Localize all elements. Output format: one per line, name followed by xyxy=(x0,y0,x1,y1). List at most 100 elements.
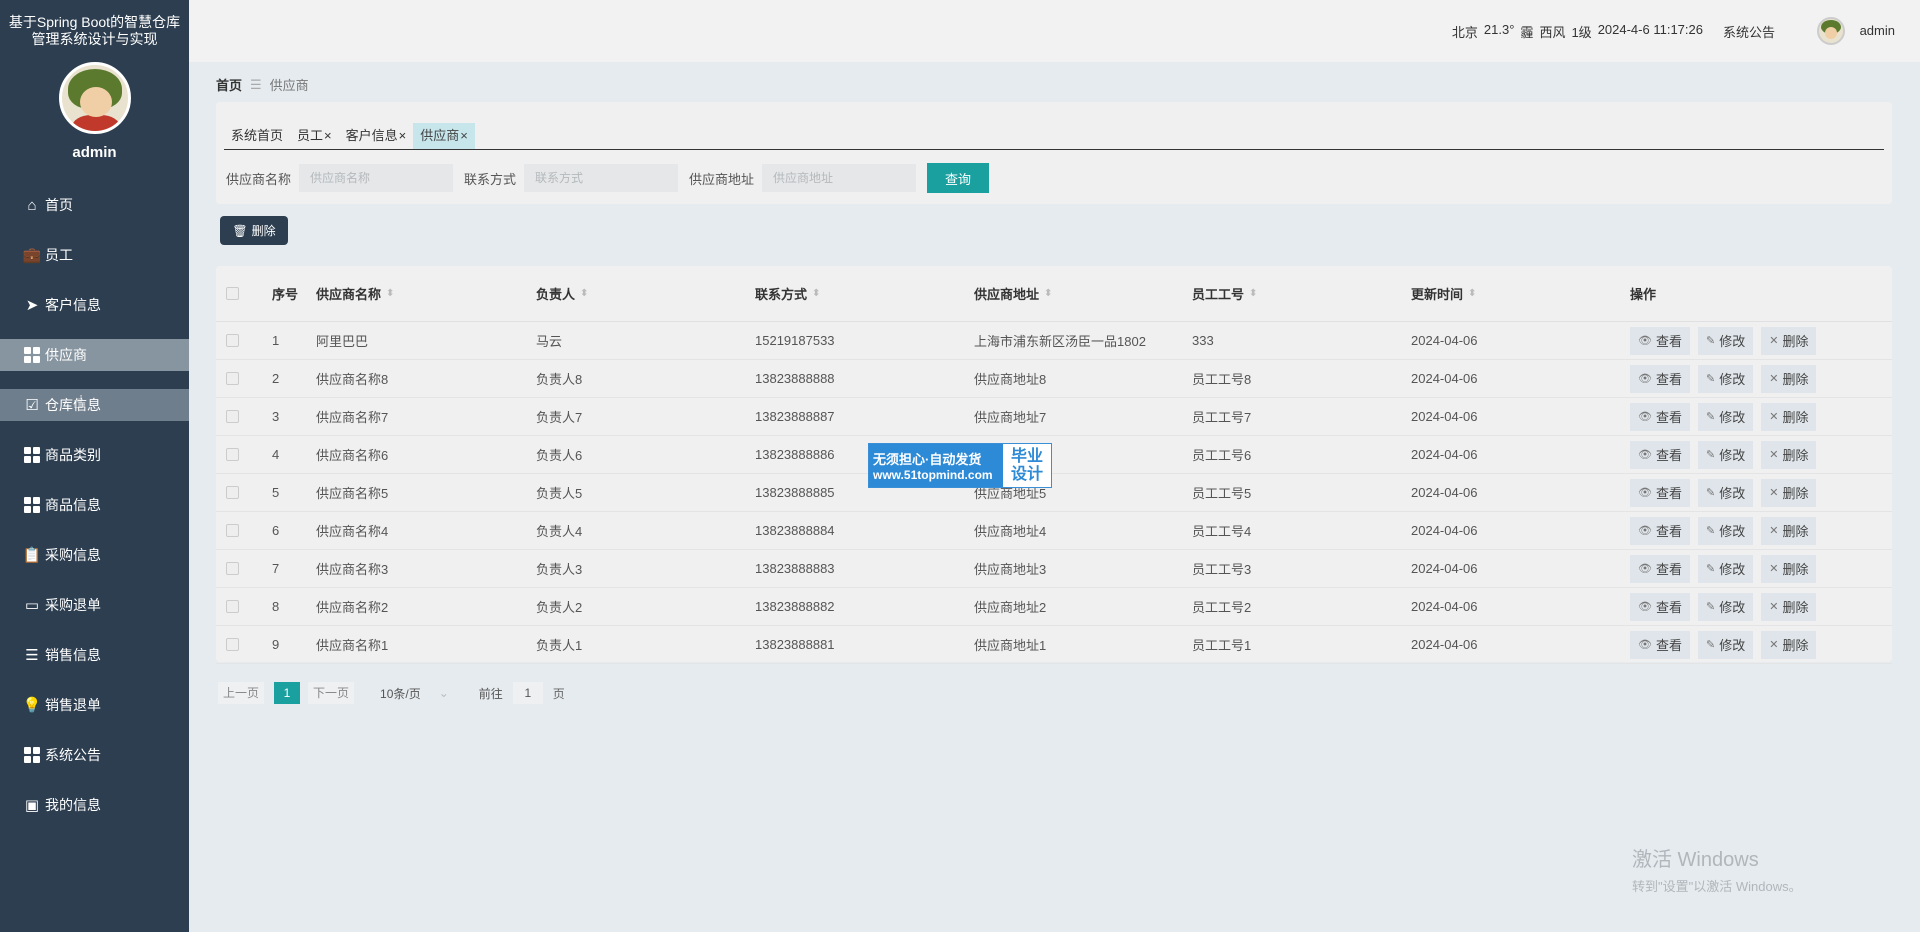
supplier-address-input[interactable] xyxy=(762,164,916,192)
view-button[interactable]: 👁查看 xyxy=(1630,593,1690,621)
edit-button[interactable]: ✎修改 xyxy=(1698,631,1753,659)
view-button[interactable]: 👁查看 xyxy=(1630,517,1690,545)
sort-icon[interactable]: ⬍ xyxy=(1249,288,1257,299)
notice-link[interactable]: 系统公告 xyxy=(1723,22,1775,41)
delete-button[interactable]: ✕删除 xyxy=(1761,555,1816,583)
next-page-button[interactable]: 下一页 xyxy=(308,682,354,704)
sidebar-item-label: 商品信息 xyxy=(45,495,101,515)
windows-activation: 激活 Windows 转到"设置"以激活 Windows。 xyxy=(1632,843,1802,895)
header-username[interactable]: admin xyxy=(1860,23,1895,38)
edit-button[interactable]: ✎修改 xyxy=(1698,441,1753,469)
user-avatar[interactable] xyxy=(1817,17,1845,45)
row-checkbox[interactable] xyxy=(226,334,239,347)
sidebar-item-13[interactable]: ▣我的信息 xyxy=(0,789,189,821)
delete-button[interactable]: ✕删除 xyxy=(1761,631,1816,659)
close-icon[interactable]: × xyxy=(399,128,407,143)
edit-button[interactable]: ✎修改 xyxy=(1698,365,1753,393)
avatar xyxy=(59,62,131,134)
view-button[interactable]: 👁查看 xyxy=(1630,327,1690,355)
sidebar-item-12[interactable]: 系统公告 xyxy=(0,739,189,771)
header-name[interactable]: 供应商名称⬍ xyxy=(316,284,536,303)
prev-page-button[interactable]: 上一页 xyxy=(218,682,264,704)
row-checkbox[interactable] xyxy=(226,372,239,385)
sidebar-item-11[interactable]: 💡销售退单 xyxy=(0,689,189,721)
batch-delete-button[interactable]: 🗑 删除 xyxy=(220,216,288,245)
query-button[interactable]: 查询 xyxy=(927,163,989,193)
sidebar-item-6[interactable]: 商品类别 xyxy=(0,439,189,471)
view-button[interactable]: 👁查看 xyxy=(1630,479,1690,507)
row-checkbox[interactable] xyxy=(226,562,239,575)
delete-button[interactable]: ✕删除 xyxy=(1761,403,1816,431)
sidebar-item-7[interactable]: 商品信息 xyxy=(0,489,189,521)
breadcrumb-home[interactable]: 首页 xyxy=(216,75,242,94)
edit-button[interactable]: ✎修改 xyxy=(1698,593,1753,621)
contact-label: 联系方式 xyxy=(464,169,516,188)
header-emp[interactable]: 员工工号⬍ xyxy=(1192,284,1411,303)
sidebar-item-10[interactable]: ☰销售信息 xyxy=(0,639,189,671)
delete-button[interactable]: ✕删除 xyxy=(1761,441,1816,469)
delete-button[interactable]: ✕删除 xyxy=(1761,327,1816,355)
delete-button[interactable]: ✕删除 xyxy=(1761,593,1816,621)
cell-time: 2024-04-06 xyxy=(1411,561,1630,576)
contact-input[interactable] xyxy=(524,164,678,192)
edit-button[interactable]: ✎修改 xyxy=(1698,555,1753,583)
edit-button[interactable]: ✎修改 xyxy=(1698,327,1753,355)
edit-button[interactable]: ✎修改 xyxy=(1698,479,1753,507)
sort-icon[interactable]: ⬍ xyxy=(386,288,394,299)
tab-1[interactable]: 系统首页 xyxy=(224,123,290,149)
eye-icon: 👁 xyxy=(1638,448,1652,461)
sidebar-item-5[interactable]: ☑仓库信息 xyxy=(0,389,189,421)
pagination: 上一页 1 下一页 10条/页 ⌄ 前往 1 页 xyxy=(218,682,565,704)
row-checkbox[interactable] xyxy=(226,524,239,537)
edit-button[interactable]: ✎修改 xyxy=(1698,403,1753,431)
sidebar-item-label: 供应商 xyxy=(45,345,87,365)
breadcrumb: 首页 ☰ 供应商 xyxy=(216,75,309,94)
chevron-down-icon[interactable]: ⌄ xyxy=(439,686,449,700)
sort-icon[interactable]: ⬍ xyxy=(1044,288,1052,299)
sidebar-item-1[interactable]: ⌂首页 xyxy=(0,189,189,221)
goto-page-input[interactable]: 1 xyxy=(513,682,543,704)
sort-icon[interactable]: ⬍ xyxy=(580,288,588,299)
tab-4[interactable]: 供应商× xyxy=(413,123,475,149)
sidebar-item-9[interactable]: ▭采购退单 xyxy=(0,589,189,621)
page-size-select[interactable]: 10条/页 xyxy=(380,685,421,702)
delete-button[interactable]: ✕删除 xyxy=(1761,365,1816,393)
sidebar-item-3[interactable]: ➤客户信息 xyxy=(0,289,189,321)
sidebar-item-8[interactable]: 📋采购信息 xyxy=(0,539,189,571)
tab-2[interactable]: 员工× xyxy=(290,123,339,149)
view-button[interactable]: 👁查看 xyxy=(1630,365,1690,393)
edit-button[interactable]: ✎修改 xyxy=(1698,517,1753,545)
row-checkbox[interactable] xyxy=(226,486,239,499)
delete-button[interactable]: ✕删除 xyxy=(1761,479,1816,507)
select-all-checkbox[interactable] xyxy=(226,287,239,300)
table-row: 5供应商名称5负责人513823888885供应商地址5员工工号52024-04… xyxy=(216,474,1892,512)
row-checkbox[interactable] xyxy=(226,410,239,423)
close-icon[interactable]: × xyxy=(460,128,468,143)
row-checkbox[interactable] xyxy=(226,448,239,461)
sort-icon[interactable]: ⬍ xyxy=(1468,288,1476,299)
cell-addr: 供应商地址2 xyxy=(974,597,1192,616)
close-icon: ✕ xyxy=(1769,524,1778,537)
sidebar-item-4[interactable]: 供应商 xyxy=(0,339,189,371)
cell-time: 2024-04-06 xyxy=(1411,523,1630,538)
view-button[interactable]: 👁查看 xyxy=(1630,403,1690,431)
close-icon[interactable]: × xyxy=(324,128,332,143)
header-time[interactable]: 更新时间⬍ xyxy=(1411,284,1630,303)
header-addr[interactable]: 供应商地址⬍ xyxy=(974,284,1192,303)
sidebar-item-2[interactable]: 💼员工 xyxy=(0,239,189,271)
row-checkbox[interactable] xyxy=(226,638,239,651)
cell-index: 2 xyxy=(272,371,316,386)
view-button[interactable]: 👁查看 xyxy=(1630,631,1690,659)
cell-tel: 13823888888 xyxy=(755,371,974,386)
row-checkbox[interactable] xyxy=(226,600,239,613)
header-tel[interactable]: 联系方式⬍ xyxy=(755,284,974,303)
supplier-name-input[interactable] xyxy=(299,164,453,192)
view-button[interactable]: 👁查看 xyxy=(1630,555,1690,583)
delete-button[interactable]: ✕删除 xyxy=(1761,517,1816,545)
page-number[interactable]: 1 xyxy=(274,682,300,704)
view-button[interactable]: 👁查看 xyxy=(1630,441,1690,469)
header-owner[interactable]: 负责人⬍ xyxy=(536,284,755,303)
sort-icon[interactable]: ⬍ xyxy=(812,288,820,299)
tab-3[interactable]: 客户信息× xyxy=(339,123,414,149)
cell-emp: 员工工号3 xyxy=(1192,559,1411,578)
